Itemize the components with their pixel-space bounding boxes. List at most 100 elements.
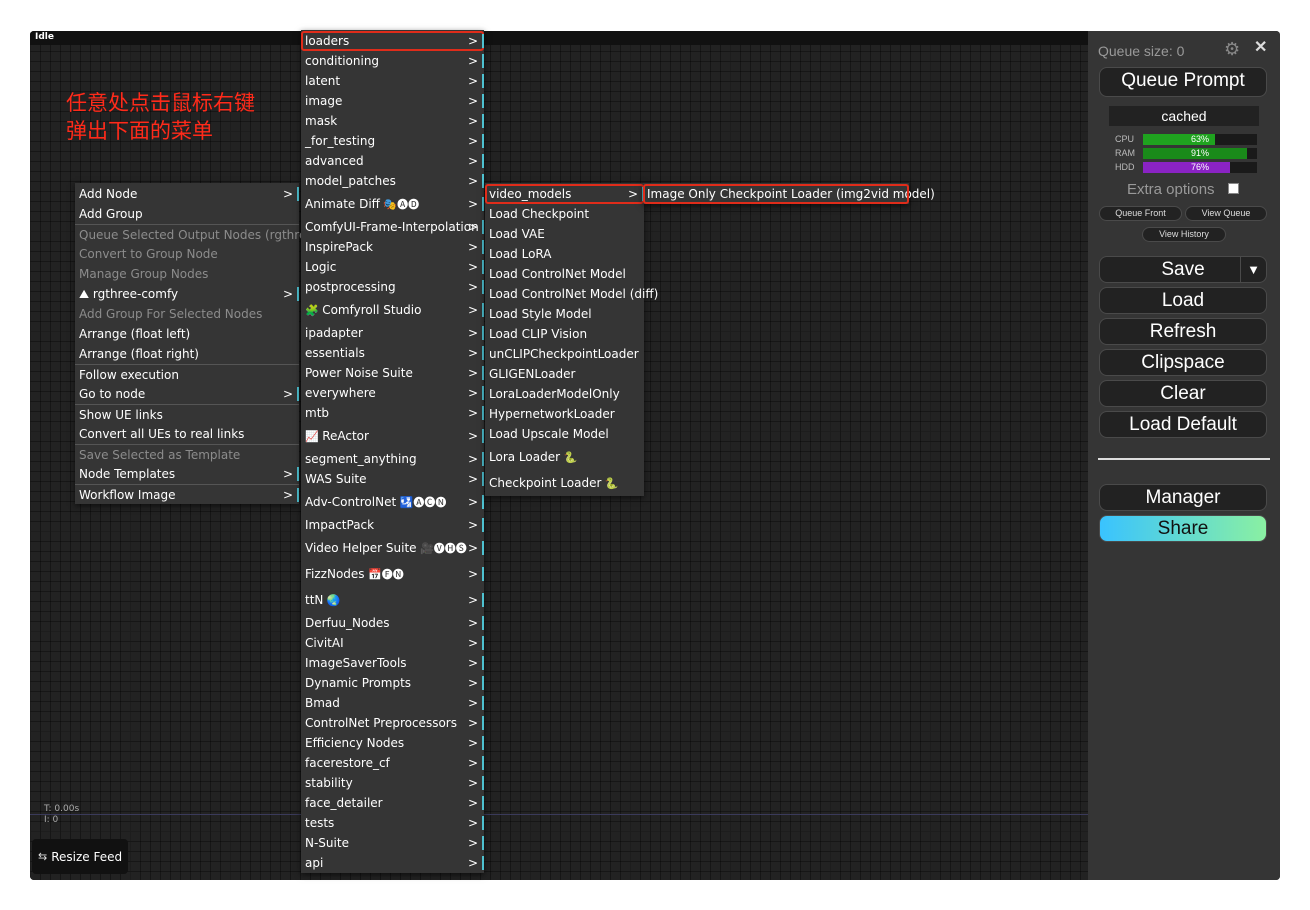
view-queue-button[interactable]: View Queue (1185, 206, 1267, 221)
menu-item-video-helper-suite[interactable]: Video Helper Suite 🎥🅥🅗🅢 > (301, 535, 484, 561)
extra-options-checkbox[interactable] (1228, 183, 1239, 194)
menu-item-load-clip-vision[interactable]: Load CLIP Vision (485, 324, 644, 344)
menu-item-essentials[interactable]: essentials > (301, 343, 484, 363)
menu-item-add-node[interactable]: Add Node > (75, 184, 299, 204)
menu-item-adv-controlnet[interactable]: Adv-ControlNet 🛂🅐🅒🅝 > (301, 489, 484, 515)
menu-item-for-testing[interactable]: _for_testing > (301, 131, 484, 151)
menu-item-facerestore-cf[interactable]: facerestore_cf > (301, 753, 484, 773)
clear-button[interactable]: Clear (1099, 380, 1267, 407)
menu-item-checkpoint-loader[interactable]: Checkpoint Loader 🐍 (485, 470, 644, 496)
manager-button[interactable]: Manager (1099, 484, 1267, 511)
menu-item-postprocessing[interactable]: postprocessing > (301, 277, 484, 297)
menu-item-stability[interactable]: stability > (301, 773, 484, 793)
menu-item-label: stability (305, 776, 353, 790)
queue-prompt-button[interactable]: Queue Prompt (1099, 67, 1267, 97)
menu-item-label: Dynamic Prompts (305, 676, 412, 690)
menu-item-loraloadermodelonly[interactable]: LoraLoaderModelOnly (485, 384, 644, 404)
menu-item-unclipcheckpointloader[interactable]: unCLIPCheckpointLoader (485, 344, 644, 364)
menu-item-derfuu-nodes[interactable]: Derfuu_Nodes > (301, 613, 484, 633)
clipspace-button[interactable]: Clipspace (1099, 349, 1267, 376)
menu-item-load-controlnet-model[interactable]: Load ControlNet Model (485, 264, 644, 284)
menu-item-power-noise-suite[interactable]: Power Noise Suite > (301, 363, 484, 383)
menu-item-everywhere[interactable]: everywhere > (301, 383, 484, 403)
menu-item-rgthree-comfy[interactable]: ⛰ rgthree-comfy > (75, 284, 299, 304)
menu-item-image[interactable]: image > (301, 91, 484, 111)
submenu-arrow-icon: > (282, 467, 293, 481)
menu-item-video-models[interactable]: video_models > (485, 184, 644, 204)
menu-item-add-group[interactable]: Add Group (75, 204, 299, 224)
menu-item-workflow-image[interactable]: Workflow Image > (75, 484, 299, 504)
menu-item-bmad[interactable]: Bmad > (301, 693, 484, 713)
menu-item-logic[interactable]: Logic > (301, 257, 484, 277)
menu-item-efficiency-nodes[interactable]: Efficiency Nodes > (301, 733, 484, 753)
menu-item-add-group-for-selected-nodes: Add Group For Selected Nodes (75, 304, 299, 324)
menu-item-load-vae[interactable]: Load VAE (485, 224, 644, 244)
context-menu: Add Node > Add Group Queue Selected Output … (75, 183, 318, 504)
menu-item-fizznodes[interactable]: FizzNodes 📅🅕🅝 > (301, 561, 484, 587)
menu-item-n-suite[interactable]: N-Suite > (301, 833, 484, 853)
menu-item-load-checkpoint[interactable]: Load Checkpoint (485, 204, 644, 224)
menu-item-gligenloader[interactable]: GLIGENLoader (485, 364, 644, 384)
menu-item-label: ttN (305, 593, 324, 607)
menu-item-load-lora[interactable]: Load LoRA (485, 244, 644, 264)
submenu-arrow-icon: > (467, 154, 478, 168)
menu-item-label: Follow execution (79, 368, 179, 382)
menu-item-loaders[interactable]: loaders > (301, 31, 484, 51)
menu-item-impactpack[interactable]: ImpactPack > (301, 515, 484, 535)
menu-item-ttn[interactable]: ttN 🌏 > (301, 587, 484, 613)
menu-item-lora-loader[interactable]: Lora Loader 🐍 (485, 444, 644, 470)
menu-item-go-to-node[interactable]: Go to node > (75, 384, 299, 404)
add-node-category-menu: loaders > conditioning > latent > image > mask > _… (301, 30, 484, 873)
save-dropdown-icon[interactable]: ▼ (1240, 257, 1266, 282)
submenu-arrow-icon: > (467, 567, 478, 581)
close-icon[interactable]: ✕ (1254, 37, 1267, 57)
menu-item-segment-anything[interactable]: segment_anything > (301, 449, 484, 469)
menu-item-load-controlnet-model-diff[interactable]: Load ControlNet Model (diff) (485, 284, 658, 304)
menu-item-mask[interactable]: mask > (301, 111, 484, 131)
save-button[interactable]: Save ▼ (1099, 256, 1267, 283)
menu-item-show-ue-links[interactable]: Show UE links (75, 404, 299, 424)
menu-item-arrange-float-left[interactable]: Arrange (float left) (75, 324, 299, 344)
menu-item-inspirepack[interactable]: InspirePack > (301, 237, 484, 257)
menu-item-node-templates[interactable]: Node Templates > (75, 464, 299, 484)
menu-item-controlnet-preprocessors[interactable]: ControlNet Preprocessors > (301, 713, 484, 733)
menu-item-label: Node Templates (79, 467, 176, 481)
menu-item-follow-execution[interactable]: Follow execution (75, 364, 299, 384)
queue-front-button[interactable]: Queue Front (1099, 206, 1182, 221)
menu-item-face-detailer[interactable]: face_detailer > (301, 793, 484, 813)
menu-item-reactor[interactable]: 📈 ReActor > (301, 423, 484, 449)
resize-feed-button[interactable]: ⇆ Resize Feed (32, 839, 128, 874)
gear-icon[interactable]: ⚙ (1224, 39, 1240, 60)
menu-item-animate-diff[interactable]: Animate Diff 🎭🅐🅓 > (301, 191, 484, 217)
menu-item-api[interactable]: api > (301, 853, 484, 873)
menu-item-arrange-float-right[interactable]: Arrange (float right) (75, 344, 299, 364)
load-button[interactable]: Load (1099, 287, 1267, 314)
menu-item-label: Arrange (float left) (79, 327, 191, 341)
menu-item-ipadapter[interactable]: ipadapter > (301, 323, 484, 343)
menu-item-imagesavertools[interactable]: ImageSaverTools > (301, 653, 484, 673)
refresh-button[interactable]: Refresh (1099, 318, 1267, 345)
menu-item-mtb[interactable]: mtb > (301, 403, 484, 423)
menu-item-advanced[interactable]: advanced > (301, 151, 484, 171)
menu-item-tests[interactable]: tests > (301, 813, 484, 833)
menu-item-dynamic-prompts[interactable]: Dynamic Prompts > (301, 673, 484, 693)
menu-item-convert-all-ues-to-real-links[interactable]: Convert all UEs to real links (75, 424, 299, 444)
menu-item-suffix-icon: 🛂🅐🅒🅝 (396, 496, 447, 509)
menu-item-conditioning[interactable]: conditioning > (301, 51, 484, 71)
menu-item-was-suite[interactable]: WAS Suite > (301, 469, 484, 489)
menu-item-civitai[interactable]: CivitAI > (301, 633, 484, 653)
menu-item-latent[interactable]: latent > (301, 71, 484, 91)
submenu-arrow-icon: > (467, 134, 478, 148)
menu-item-hypernetworkloader[interactable]: HypernetworkLoader (485, 404, 644, 424)
menu-item-image-only-checkpoint-loader-img2vid-model[interactable]: Image Only Checkpoint Loader (img2vid mo… (643, 184, 935, 204)
menu-item-model-patches[interactable]: model_patches > (301, 171, 484, 191)
menu-item-comfyroll-studio[interactable]: 🧩 Comfyroll Studio > (301, 297, 484, 323)
load-default-button[interactable]: Load Default (1099, 411, 1267, 438)
menu-item-load-upscale-model[interactable]: Load Upscale Model (485, 424, 644, 444)
menu-item-label: tests (305, 816, 335, 830)
menu-item-comfyui-frame-interpolation[interactable]: ComfyUI-Frame-Interpolation > (301, 217, 484, 237)
menu-item-load-style-model[interactable]: Load Style Model (485, 304, 644, 324)
share-button[interactable]: Share (1099, 515, 1267, 542)
resource-percent: 76% (1190, 162, 1209, 172)
view-history-button[interactable]: View History (1142, 227, 1226, 242)
